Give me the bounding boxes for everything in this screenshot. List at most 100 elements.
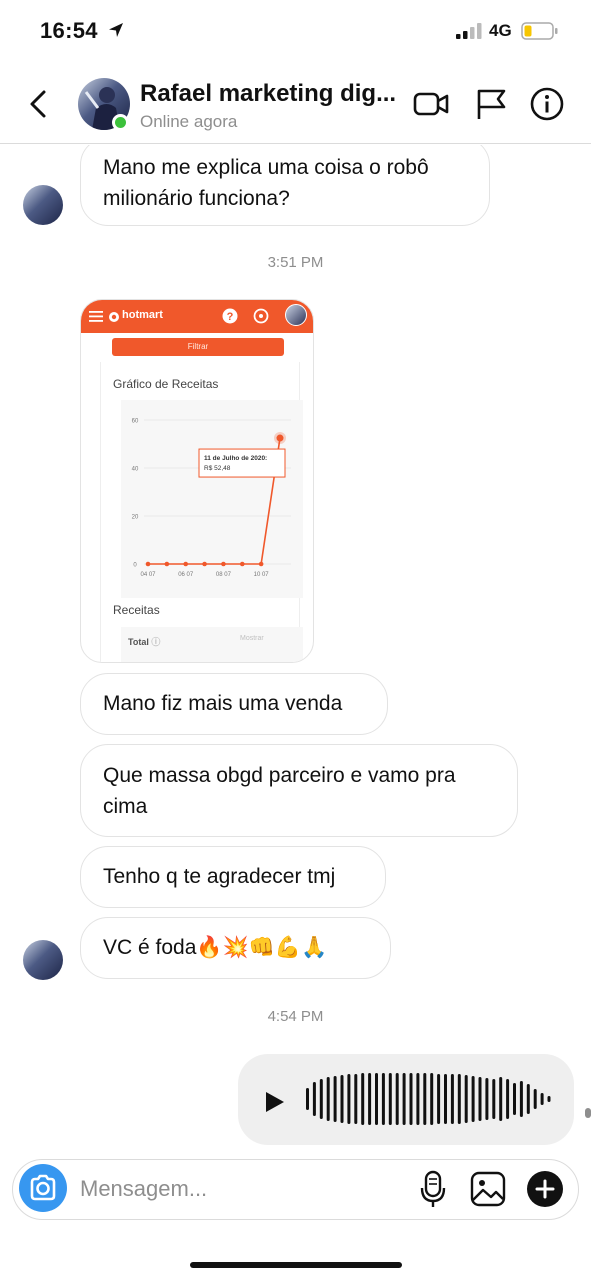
- help-icon: ?: [222, 308, 238, 324]
- waveform-bar: [354, 1074, 358, 1124]
- waveform-bar: [312, 1082, 316, 1116]
- waveform-bar: [375, 1073, 378, 1125]
- chart-heading: Gráfico de Receitas: [113, 377, 219, 391]
- waveform-bar: [526, 1084, 530, 1114]
- home-indicator: [190, 1262, 402, 1268]
- y-tick-label: 0: [133, 563, 137, 569]
- tooltip-value: R$ 52,48: [204, 465, 231, 472]
- y-tick-label: 20: [132, 515, 139, 521]
- message-text: cima: [103, 795, 148, 818]
- waveform-bar: [450, 1074, 454, 1124]
- message-bubble[interactable]: Mano fiz mais uma venda: [80, 673, 388, 735]
- data-point: [202, 561, 207, 567]
- data-point: [164, 561, 170, 567]
- revenue-chart: 0 20 40 60 04 07 06 07 08 07 10 07 11 de Julho d…: [132, 419, 291, 578]
- waveform-bar: [499, 1077, 503, 1121]
- location-arrow-icon: [109, 23, 123, 37]
- status-bar: 16:54 4G: [0, 0, 591, 64]
- avatar: [285, 304, 307, 326]
- play-icon[interactable]: [264, 1090, 286, 1114]
- waveform-bar: [340, 1075, 344, 1123]
- waveform-bar: [485, 1078, 489, 1120]
- message-bubble[interactable]: Que massa obgd parceiro e vamo pra cima: [80, 744, 518, 837]
- timestamp: 4:54 PM: [267, 1008, 324, 1025]
- revenue-card: Gráfico de Receitas 0 20 40 60 04 07 06 07 08 …: [100, 362, 303, 662]
- message-list[interactable]: Mano me explica uma coisa o robô milioná…: [0, 145, 591, 1155]
- plus-icon: [535, 1179, 555, 1199]
- waveform-bar: [306, 1088, 309, 1110]
- message-text: Mano fiz mais uma venda: [103, 692, 343, 715]
- message-bubble[interactable]: Tenho q te agradecer tmj: [80, 846, 386, 908]
- waveform-bar: [540, 1093, 544, 1105]
- waveform-bar: [506, 1079, 510, 1119]
- timestamp: 3:51 PM: [267, 254, 324, 271]
- message-text: Tenho q te agradecer tmj: [103, 865, 336, 888]
- page-title[interactable]: Rafael marketing dig...: [140, 80, 400, 108]
- waveform-bar: [326, 1077, 330, 1121]
- svg-text:?: ?: [227, 311, 234, 323]
- chevron-left-icon[interactable]: [22, 84, 56, 124]
- waveform-bar: [319, 1079, 323, 1119]
- filter-button: Filtrar: [112, 338, 284, 356]
- data-point: [183, 561, 189, 567]
- message-input[interactable]: [80, 1174, 400, 1204]
- waveform-bar: [381, 1073, 385, 1125]
- message-bubble[interactable]: VC é foda🔥💥👊💪🙏: [80, 917, 391, 979]
- scroll-indicator: [585, 1108, 591, 1118]
- waveform-bar: [492, 1079, 496, 1119]
- waveform-icon[interactable]: [306, 1069, 552, 1129]
- message-bubble[interactable]: Mano me explica uma coisa o robô milioná…: [80, 145, 490, 226]
- online-status-dot: [112, 114, 129, 131]
- waveform-bar: [478, 1077, 482, 1121]
- gallery-icon[interactable]: [470, 1171, 506, 1207]
- camera-button[interactable]: [19, 1164, 67, 1212]
- data-point: [239, 561, 245, 567]
- waveform-bar: [457, 1074, 461, 1124]
- avatar[interactable]: [23, 940, 63, 980]
- x-tick-label: 06 07: [178, 572, 194, 578]
- battery-icon: [521, 22, 558, 40]
- total-label: Total ⓘ: [128, 637, 161, 647]
- x-tick-label: 04 07: [140, 572, 156, 578]
- waveform-bar: [347, 1074, 351, 1124]
- chart-area: 0 20 40 60 04 07 06 07 08 07 10 07 11 de Julho d…: [121, 400, 303, 598]
- plus-button[interactable]: [527, 1171, 563, 1207]
- status-time: 16:54: [40, 18, 98, 43]
- flag-icon[interactable]: [474, 86, 510, 122]
- waveform-bar: [409, 1073, 413, 1125]
- info-icon[interactable]: [529, 86, 565, 122]
- waveform-bar: [437, 1074, 441, 1124]
- video-call-icon[interactable]: [413, 86, 449, 122]
- y-tick-label: 40: [132, 467, 139, 473]
- hotmart-header: hotmart ?: [81, 300, 313, 333]
- tooltip-box: [198, 448, 286, 478]
- waveform-bar: [444, 1074, 447, 1124]
- x-tick-label: 10 07: [254, 572, 270, 578]
- message-text: milionário funciona?: [103, 187, 290, 210]
- waveform-bar: [333, 1076, 337, 1122]
- data-point: [221, 561, 226, 567]
- avatar[interactable]: [23, 185, 63, 225]
- waveform-bar: [533, 1089, 537, 1109]
- waveform-bar: [513, 1083, 516, 1115]
- waveform-bar: [395, 1073, 399, 1125]
- support-icon: [253, 308, 269, 324]
- data-point: [258, 561, 264, 567]
- mostrar-label: Mostrar: [240, 635, 264, 642]
- camera-icon: [30, 1174, 56, 1201]
- waveform-bar: [471, 1076, 475, 1122]
- flame-icon: [109, 312, 119, 322]
- microphone-icon[interactable]: [418, 1169, 448, 1209]
- data-point: [276, 434, 284, 442]
- waveform-bar: [402, 1073, 406, 1125]
- waveform-bar: [416, 1073, 420, 1125]
- brand-name: hotmart: [122, 309, 163, 321]
- image-message[interactable]: hotmart ? Filtrar Gráfico de Receitas 0 2…: [80, 299, 314, 663]
- y-tick-label: 60: [132, 419, 139, 425]
- message-text: Mano me explica uma coisa o robô: [103, 156, 429, 179]
- chat-header: Rafael marketing dig... Online agora: [0, 64, 591, 144]
- menu-icon: [89, 311, 103, 322]
- presence-status: Online agora: [140, 112, 238, 131]
- signal-icon: [456, 23, 482, 39]
- waveform-bar: [423, 1073, 427, 1125]
